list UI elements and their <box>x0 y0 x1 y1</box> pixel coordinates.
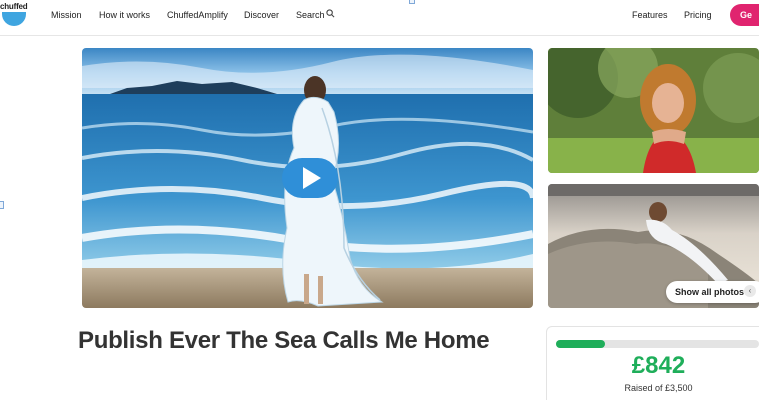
nav-link-pricing[interactable]: Pricing <box>684 10 712 20</box>
play-icon <box>303 167 321 189</box>
nav-link-chuffed-amplify[interactable]: ChuffedAmplify <box>167 10 228 20</box>
chuffed-logo[interactable]: chuffed <box>0 2 30 30</box>
raised-of-goal: Raised of £3,500 <box>624 383 693 393</box>
overlay-marker <box>0 201 4 209</box>
nav-link-features[interactable]: Features <box>632 10 668 20</box>
portrait-red-dress-image <box>548 48 759 173</box>
raised-amount: £842 <box>631 352 686 379</box>
funding-progress-bar <box>556 340 759 348</box>
get-started-button[interactable]: Ge <box>730 4 759 26</box>
campaign-video[interactable] <box>82 48 533 308</box>
gallery-photo-1[interactable] <box>548 48 759 173</box>
overlay-marker <box>409 0 415 4</box>
nav-link-mission[interactable]: Mission <box>51 10 82 20</box>
search-icon[interactable] <box>326 9 335 18</box>
nav-link-how-it-works[interactable]: How it works <box>99 10 150 20</box>
campaign-title: Publish Ever The Sea Calls Me Home <box>78 327 490 354</box>
gallery-grid-icon: ‹ <box>744 285 756 297</box>
nav-link-search[interactable]: Search <box>296 10 325 20</box>
funding-progress-fill <box>556 340 605 348</box>
top-nav: chuffed Mission How it works ChuffedAmpl… <box>0 0 759 36</box>
logo-mark-icon <box>2 12 26 26</box>
play-button[interactable] <box>282 158 338 198</box>
nav-link-discover[interactable]: Discover <box>244 10 279 20</box>
logo-text: chuffed <box>0 2 28 11</box>
